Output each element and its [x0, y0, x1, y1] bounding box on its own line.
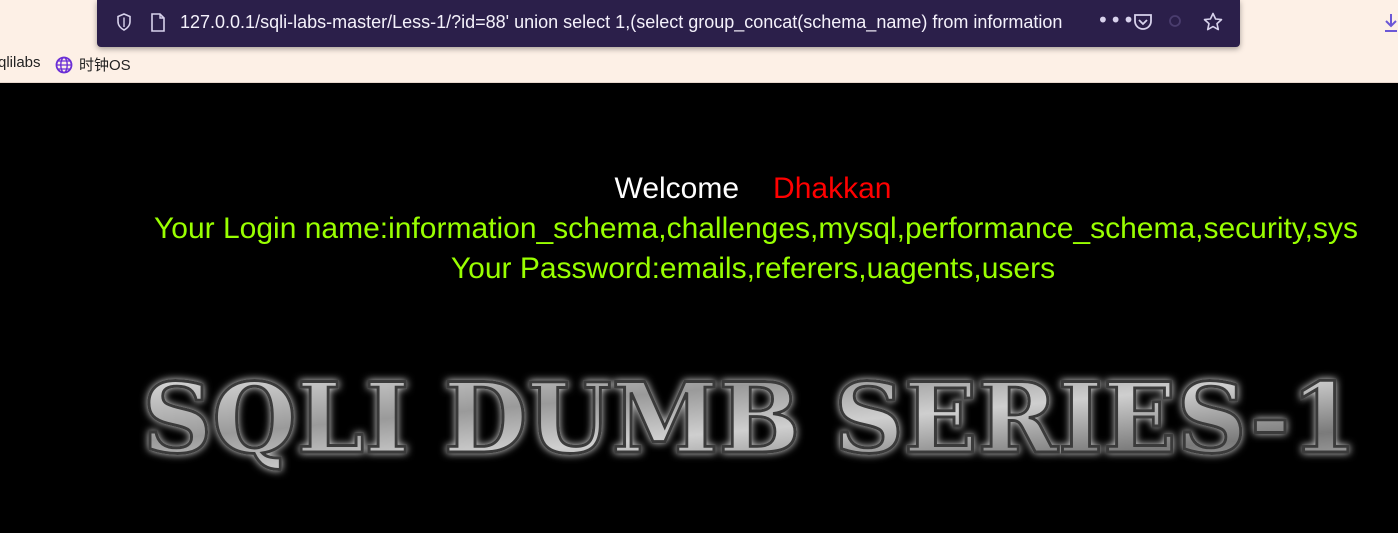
page-icon: [147, 11, 169, 33]
welcome-line: Welcome Dhakkan: [0, 171, 1398, 207]
bookmark-label: 时钟OS: [79, 57, 131, 74]
user-name: Dhakkan: [773, 172, 892, 205]
address-bar[interactable]: 127.0.0.1/sqli-labs-master/Less-1/?id=88…: [97, 0, 1240, 47]
reader-icon[interactable]: [1165, 11, 1187, 33]
url-text[interactable]: 127.0.0.1/sqli-labs-master/Less-1/?id=88…: [180, 11, 1085, 33]
browser-chrome: 127.0.0.1/sqli-labs-master/Less-1/?id=88…: [0, 0, 1398, 83]
bookmark-clock-os[interactable]: 时钟OS: [55, 54, 131, 75]
password-line: Your Password:emails,referers,uagents,us…: [450, 252, 1056, 285]
banner-text: SQLI DUMB SERIES-1: [143, 362, 1358, 475]
series-banner-image: SQLI DUMB SERIES-1: [130, 361, 1370, 482]
bookmark-sqlilabs[interactable]: qlilabs: [0, 54, 41, 71]
bookmark-label: qlilabs: [0, 54, 41, 71]
shield-icon[interactable]: [113, 11, 135, 33]
bookmark-star-icon[interactable]: [1202, 11, 1224, 33]
globe-icon: [55, 56, 73, 74]
welcome-text: Welcome: [614, 172, 740, 205]
pocket-icon[interactable]: [1132, 11, 1154, 33]
login-name-line: Your Login name:information_schema,chall…: [154, 212, 1358, 245]
more-icon[interactable]: •••: [1097, 8, 1135, 32]
download-icon[interactable]: [1384, 12, 1398, 34]
